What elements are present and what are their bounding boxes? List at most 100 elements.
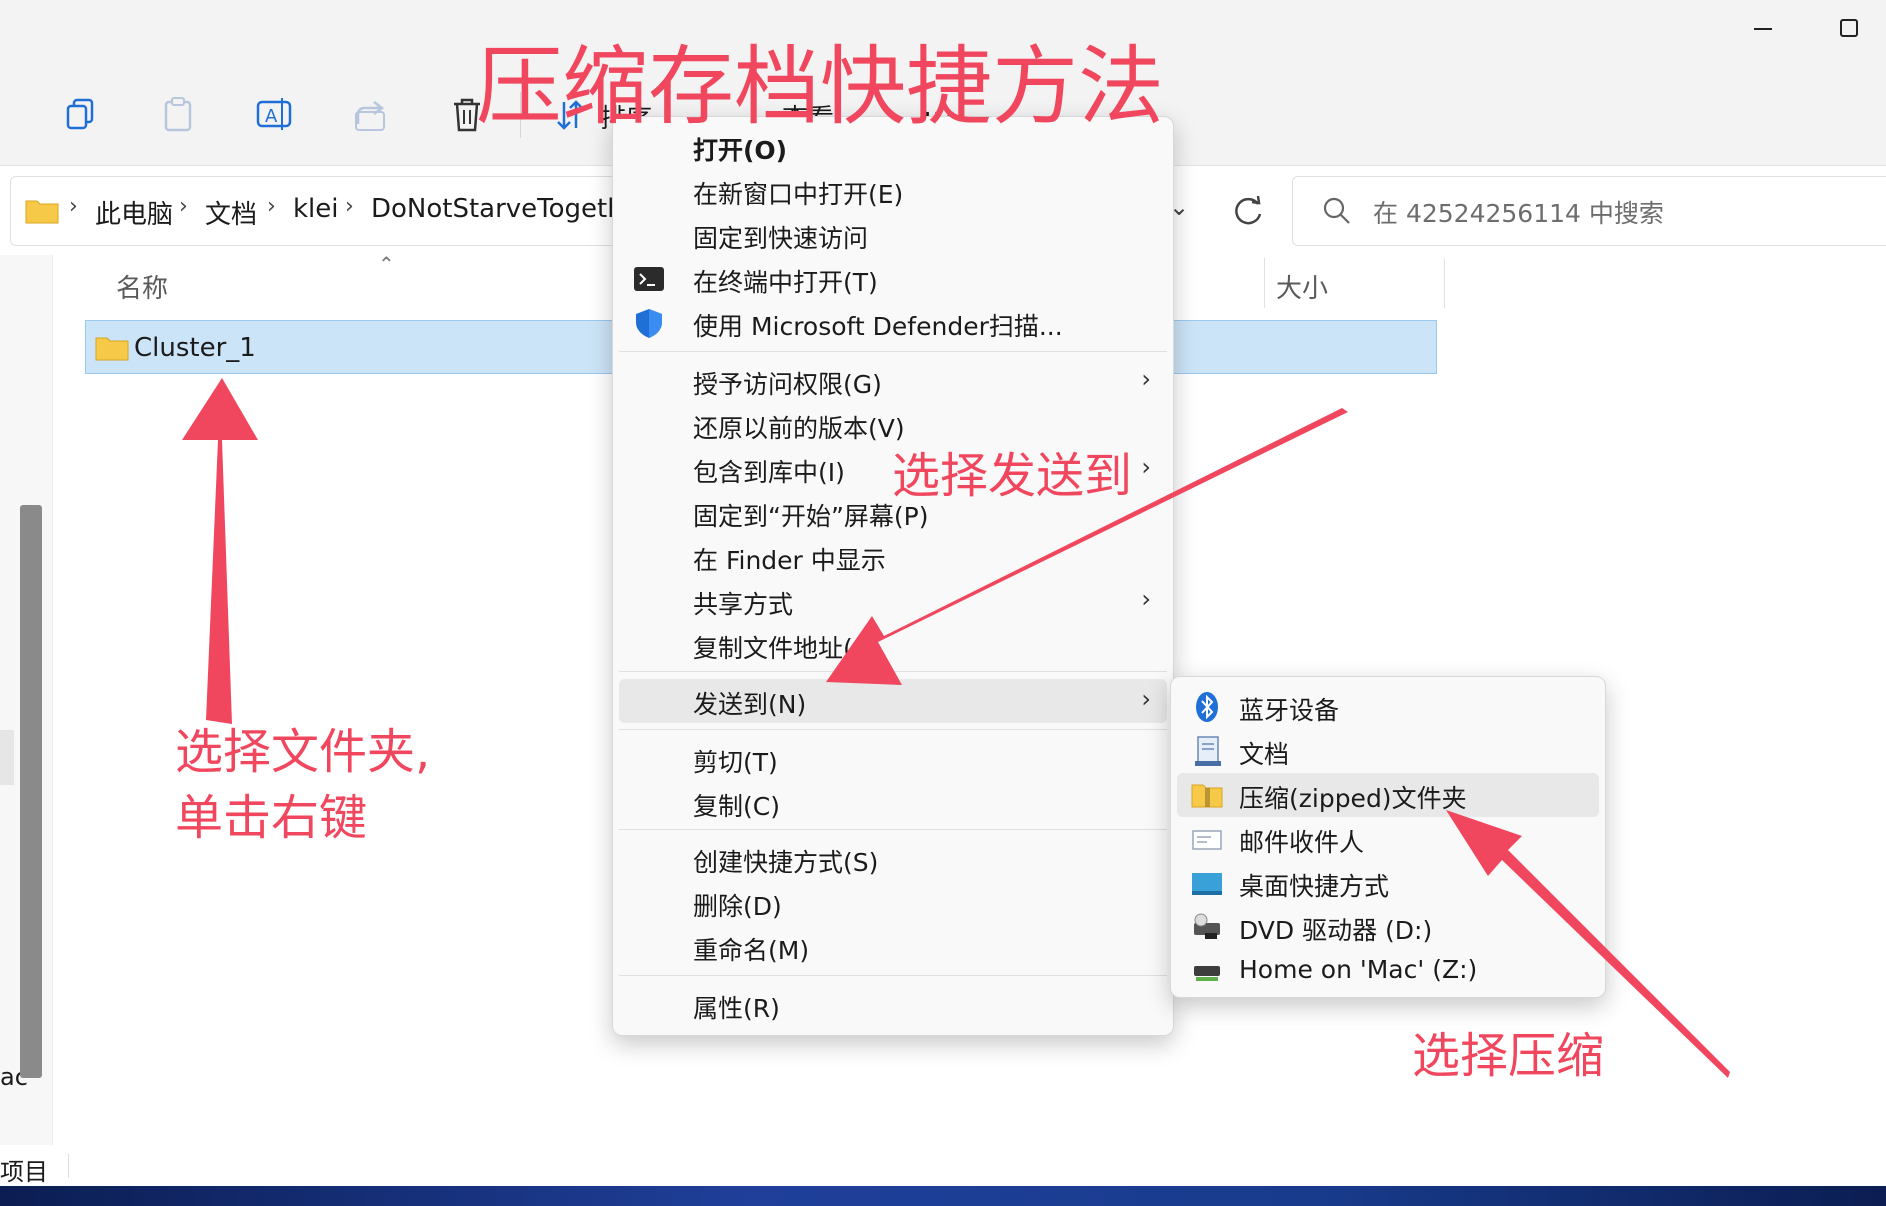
column-header-size[interactable]: 大小 xyxy=(1276,268,1328,305)
menu-item-label: 共享方式 xyxy=(693,590,794,619)
submenu-item-label: 蓝牙设备 xyxy=(1239,696,1340,725)
menu-item-label: 包含到库中(I) xyxy=(693,458,845,487)
minimize-button[interactable] xyxy=(1742,14,1782,44)
submenu-item-label: 桌面快捷方式 xyxy=(1239,872,1390,901)
send-to-network-drive[interactable]: Home on 'Mac' (Z:) xyxy=(1177,949,1599,993)
send-to-bluetooth[interactable]: 蓝牙设备 xyxy=(1177,685,1599,729)
rename-button[interactable]: A xyxy=(252,92,298,138)
paste-button[interactable] xyxy=(156,92,202,138)
minimize-icon xyxy=(1754,28,1772,30)
menu-item-open-terminal[interactable]: 在终端中打开(T) xyxy=(619,257,1167,301)
nav-selected-item[interactable] xyxy=(0,730,14,785)
menu-separator xyxy=(619,975,1167,976)
menu-item-label: 使用 Microsoft Defender扫描... xyxy=(693,312,1063,341)
status-divider xyxy=(68,1154,69,1178)
context-menu: 打开(O) 在新窗口中打开(E) 固定到快速访问 在终端中打开(T) 使用 Mi… xyxy=(612,116,1174,1036)
svg-text:A: A xyxy=(265,106,278,127)
network-drive-icon xyxy=(1194,966,1220,981)
mail-icon xyxy=(1192,830,1222,850)
menu-item-grant-access[interactable]: 授予访问权限(G) › xyxy=(619,359,1167,403)
menu-item-send-to[interactable]: 发送到(N) › xyxy=(619,679,1167,723)
menu-item-label: 在 Finder 中显示 xyxy=(693,546,886,575)
terminal-icon xyxy=(634,267,664,291)
send-to-submenu: 蓝牙设备 文档 压缩(zipped)文件夹 邮件收件人 桌面快捷方式 DVD 驱… xyxy=(1170,676,1606,998)
annotation-step1-line2: 单击右键 xyxy=(175,790,368,846)
send-to-dvd-drive[interactable]: DVD 驱动器 (D:) xyxy=(1177,905,1599,949)
maximize-button[interactable] xyxy=(1830,14,1870,44)
desktop-icon xyxy=(1192,873,1222,895)
menu-item-delete[interactable]: 删除(D) xyxy=(619,881,1167,925)
annotation-step2: 选择发送到 xyxy=(892,448,1133,504)
submenu-chevron-icon: › xyxy=(1141,585,1151,613)
breadcrumb-chevron-icon: › xyxy=(69,194,78,219)
submenu-item-label: Home on 'Mac' (Z:) xyxy=(1239,955,1478,984)
menu-separator xyxy=(619,729,1167,730)
submenu-chevron-icon: › xyxy=(1141,685,1151,713)
paste-icon xyxy=(164,97,192,132)
rename-icon: A xyxy=(256,98,292,130)
breadcrumb-dst[interactable]: DoNotStarveTogethe xyxy=(371,194,640,224)
menu-item-cut[interactable]: 剪切(T) xyxy=(619,737,1167,781)
submenu-item-label: DVD 驱动器 (D:) xyxy=(1239,916,1433,945)
sort-ascending-icon: ⌃ xyxy=(378,252,395,276)
send-to-mail-recipient[interactable]: 邮件收件人 xyxy=(1177,817,1599,861)
breadcrumb-klei[interactable]: klei xyxy=(293,194,339,224)
menu-item-label: 还原以前的版本(V) xyxy=(693,414,905,443)
breadcrumb-chevron-icon: › xyxy=(345,194,354,219)
refresh-button[interactable] xyxy=(1228,192,1268,232)
submenu-item-label: 文档 xyxy=(1239,740,1290,769)
menu-item-label: 发送到(N) xyxy=(693,690,807,719)
copy-icon xyxy=(66,98,94,130)
submenu-chevron-icon: › xyxy=(1141,365,1151,393)
taskbar xyxy=(0,1186,1886,1206)
share-icon xyxy=(355,101,385,131)
submenu-item-label: 压缩(zipped)文件夹 xyxy=(1239,784,1467,813)
file-name: Cluster_1 xyxy=(134,333,256,363)
search-box[interactable]: 在 42524256114 中搜索 xyxy=(1292,176,1886,246)
menu-item-properties[interactable]: 属性(R) xyxy=(619,983,1167,1027)
send-to-zip-folder[interactable]: 压缩(zipped)文件夹 xyxy=(1177,773,1599,817)
menu-item-create-shortcut[interactable]: 创建快捷方式(S) xyxy=(619,837,1167,881)
zip-folder-icon xyxy=(1191,784,1223,808)
menu-item-pin-quick-access[interactable]: 固定到快速访问 xyxy=(619,213,1167,257)
breadcrumb-this-pc[interactable]: 此电脑 xyxy=(95,194,173,231)
copy-button[interactable] xyxy=(60,92,106,138)
arrow-to-folder xyxy=(182,378,258,724)
menu-item-copy-path[interactable]: 复制文件地址(A) xyxy=(619,623,1167,667)
send-to-desktop-shortcut[interactable]: 桌面快捷方式 xyxy=(1177,861,1599,905)
column-divider[interactable] xyxy=(1264,258,1265,308)
refresh-icon xyxy=(1235,195,1262,225)
menu-item-share-with[interactable]: 共享方式 › xyxy=(619,579,1167,623)
menu-item-label: 复制文件地址(A) xyxy=(693,634,880,663)
menu-item-label: 删除(D) xyxy=(693,892,782,921)
column-divider[interactable] xyxy=(1444,258,1445,308)
submenu-item-label: 邮件收件人 xyxy=(1239,828,1365,857)
breadcrumb-chevron-icon: › xyxy=(267,194,276,219)
submenu-chevron-icon: › xyxy=(1141,453,1151,481)
breadcrumb-chevron-icon: › xyxy=(179,194,188,219)
menu-item-label: 固定到快速访问 xyxy=(693,224,869,253)
breadcrumb-documents[interactable]: 文档 xyxy=(205,194,257,231)
annotation-step3: 选择压缩 xyxy=(1412,1028,1605,1084)
menu-item-show-in-finder[interactable]: 在 Finder 中显示 xyxy=(619,535,1167,579)
menu-separator xyxy=(619,351,1167,352)
search-placeholder: 在 42524256114 中搜索 xyxy=(1373,199,1664,228)
maximize-icon xyxy=(1840,19,1858,37)
column-header-name[interactable]: 名称 xyxy=(116,268,168,305)
menu-item-defender-scan[interactable]: 使用 Microsoft Defender扫描... xyxy=(619,301,1167,345)
bluetooth-icon xyxy=(1196,692,1218,722)
nav-scrollbar[interactable] xyxy=(20,505,42,1078)
menu-item-copy[interactable]: 复制(C) xyxy=(619,781,1167,825)
menu-item-label: 在终端中打开(T) xyxy=(693,268,878,297)
search-icon xyxy=(1323,197,1350,224)
menu-item-open-new-window[interactable]: 在新窗口中打开(E) xyxy=(619,169,1167,213)
menu-item-rename[interactable]: 重命名(M) xyxy=(619,925,1167,969)
documents-icon xyxy=(1195,736,1221,766)
shield-icon xyxy=(636,309,662,338)
menu-item-label: 创建快捷方式(S) xyxy=(693,848,879,877)
menu-item-label: 在新窗口中打开(E) xyxy=(693,180,904,209)
send-to-documents[interactable]: 文档 xyxy=(1177,729,1599,773)
menu-item-label: 剪切(T) xyxy=(693,748,778,777)
menu-item-label: 授予访问权限(G) xyxy=(693,370,882,399)
share-button[interactable] xyxy=(348,92,394,138)
